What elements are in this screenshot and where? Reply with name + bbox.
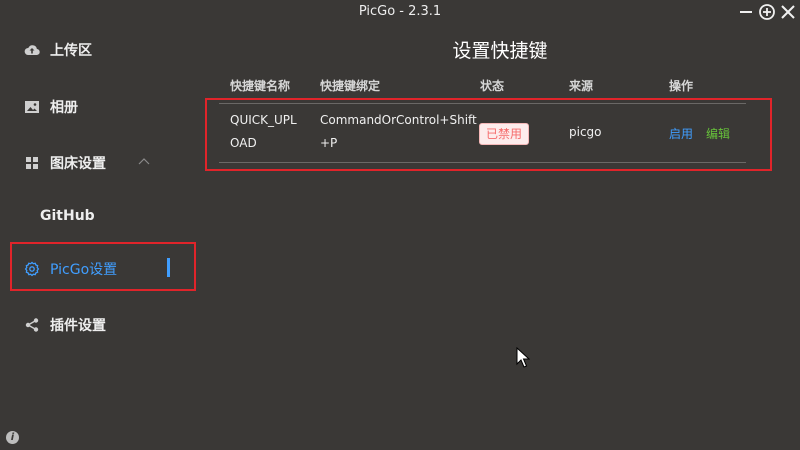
column-header-binding: 快捷键绑定 (320, 79, 381, 93)
upload-cloud-icon (24, 45, 40, 56)
sidebar-item-github[interactable]: GitHub (40, 204, 95, 228)
column-header-actions: 操作 (669, 79, 694, 93)
sidebar: 上传区 相册 图床设置 GitHub PicGo设置 插件设置 (0, 24, 200, 450)
sidebar-item-label: 相册 (50, 100, 78, 116)
window-title: PicGo - 2.3.1 (358, 4, 442, 19)
page-title: 设置快捷键 (452, 40, 548, 62)
image-icon (25, 101, 39, 113)
sidebar-item-image-host-settings[interactable]: 图床设置 (24, 151, 106, 175)
edit-button[interactable]: 编辑 (706, 125, 730, 142)
sidebar-item-label: GitHub (40, 208, 95, 224)
mouse-cursor-icon (516, 347, 530, 368)
close-icon[interactable] (779, 3, 797, 21)
table-header-divider (219, 103, 746, 104)
minimize-icon[interactable] (737, 3, 755, 21)
sidebar-item-album[interactable]: 相册 (24, 95, 78, 119)
shortcut-name-cell: QUICK_UPL OAD (230, 113, 297, 150)
grid-icon (26, 157, 38, 169)
sidebar-item-label: 插件设置 (50, 318, 106, 334)
enable-button[interactable]: 启用 (669, 125, 693, 142)
sidebar-item-upload[interactable]: 上传区 (24, 38, 92, 62)
status-badge: 已禁用 (479, 123, 530, 145)
highlight-box-picgo-settings (10, 242, 196, 291)
title-bar: PicGo - 2.3.1 (0, 0, 800, 24)
info-icon[interactable]: i (6, 431, 19, 444)
chevron-up-icon[interactable] (138, 157, 150, 165)
column-header-status: 状态 (480, 79, 505, 93)
sidebar-item-plugin-settings[interactable]: 插件设置 (24, 313, 106, 337)
source-cell: picgo (569, 125, 602, 139)
maximize-icon[interactable] (758, 3, 776, 21)
sidebar-item-label: 图床设置 (50, 156, 106, 172)
column-header-name: 快捷键名称 (230, 79, 291, 93)
sidebar-item-label: 上传区 (50, 43, 92, 59)
table-row-divider (219, 162, 746, 163)
share-icon (25, 318, 39, 332)
shortcut-binding-cell: CommandOrControl+Shift +P (320, 113, 477, 150)
column-header-source: 来源 (569, 79, 594, 93)
